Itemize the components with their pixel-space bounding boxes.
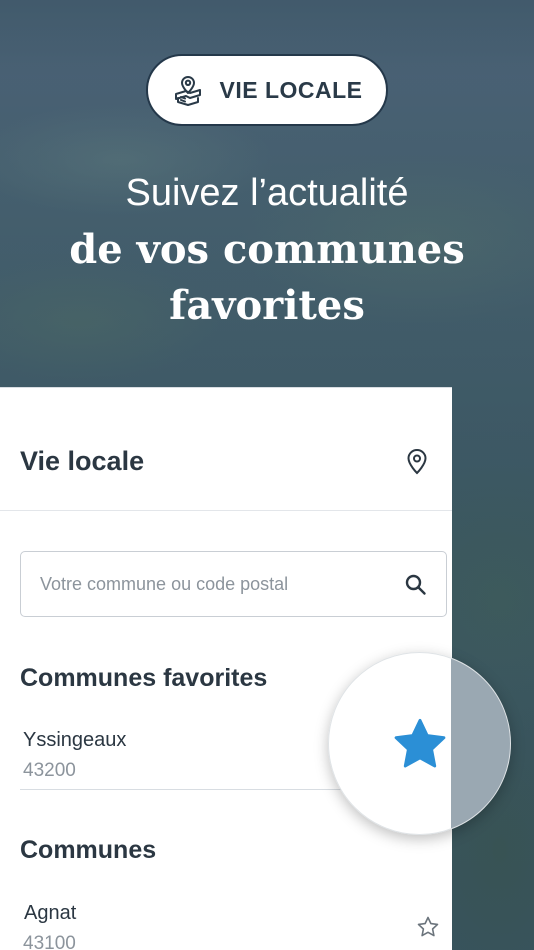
star-filled-icon[interactable]: [390, 716, 450, 774]
city-name: Yssingeaux: [23, 729, 127, 751]
favorites-section-title: Communes favorites: [20, 664, 268, 692]
list-item[interactable]: Agnat 43100: [20, 893, 438, 950]
city-code: 43100: [23, 933, 76, 950]
search-input[interactable]: [40, 552, 390, 616]
communes-section-title: Communes: [20, 836, 157, 864]
city-name: Agnat: [24, 902, 77, 924]
badge-label: VIE LOCALE: [219, 76, 363, 103]
hero-line-1: Suivez l’actualité: [125, 172, 409, 214]
star-outline-icon[interactable]: [416, 915, 440, 939]
search-box: [20, 551, 447, 617]
map-pin-newspaper-icon: [171, 73, 205, 107]
search-icon[interactable]: [404, 573, 428, 597]
hero-line-2: de vos communes: [69, 226, 465, 273]
vie-locale-badge: VIE LOCALE: [146, 54, 388, 126]
location-pin-icon[interactable]: [404, 448, 430, 476]
app-header: Vie locale: [0, 388, 452, 511]
magnifier-callout: [328, 652, 511, 835]
hero-line-3: favorites: [169, 282, 365, 329]
city-code: 43200: [23, 760, 76, 781]
page-title: Vie locale: [20, 446, 145, 476]
